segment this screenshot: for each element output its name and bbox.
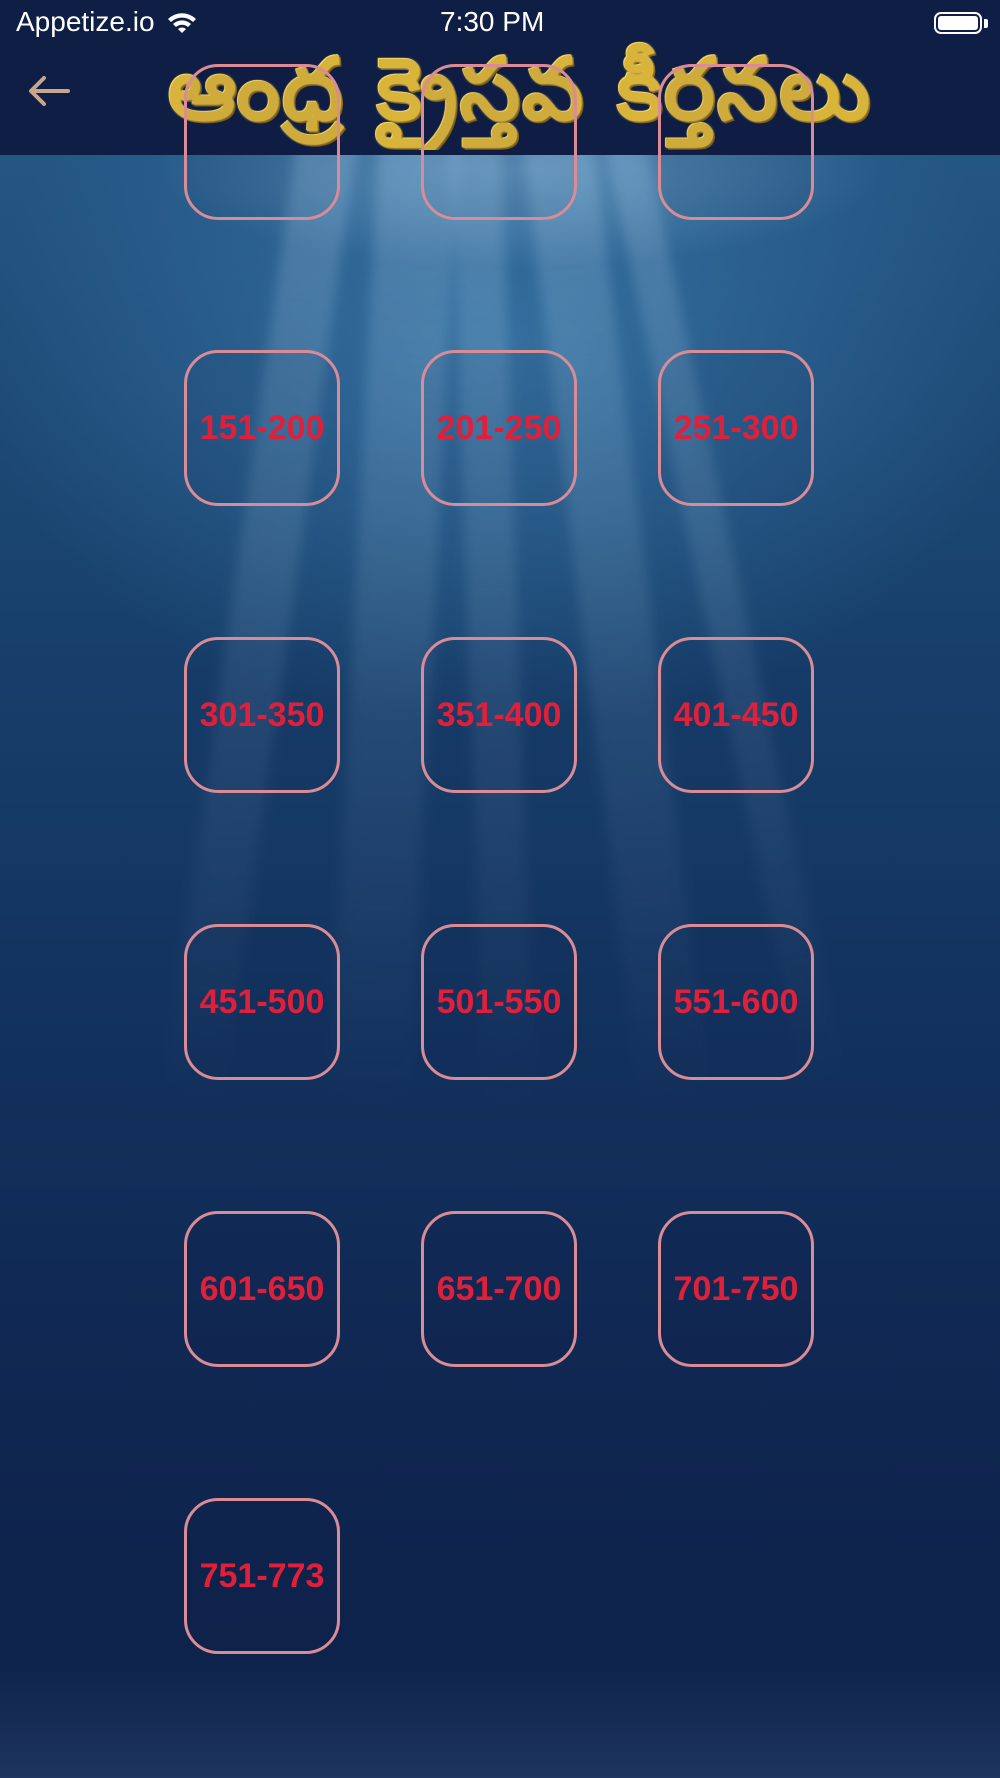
range-tile[interactable] (658, 64, 814, 220)
range-tile[interactable]: 201-250 (421, 350, 577, 506)
battery-icon (934, 12, 982, 34)
range-tile[interactable] (184, 64, 340, 220)
range-tile[interactable]: 551-600 (658, 924, 814, 1080)
range-tile[interactable]: 351-400 (421, 637, 577, 793)
back-button[interactable] (24, 66, 74, 116)
underwater-background (0, 0, 1000, 1778)
range-tile[interactable]: 601-650 (184, 1211, 340, 1367)
range-tile[interactable]: 401-450 (658, 637, 814, 793)
range-tile[interactable]: 501-550 (421, 924, 577, 1080)
range-tile[interactable]: 651-700 (421, 1211, 577, 1367)
range-tile[interactable]: 151-200 (184, 350, 340, 506)
range-tile[interactable]: 451-500 (184, 924, 340, 1080)
range-tile[interactable]: 751-773 (184, 1498, 340, 1654)
range-tile[interactable]: 701-750 (658, 1211, 814, 1367)
range-tile[interactable]: 251-300 (658, 350, 814, 506)
range-tile[interactable]: 301-350 (184, 637, 340, 793)
back-arrow-icon (29, 76, 70, 106)
range-tile[interactable] (421, 64, 577, 220)
